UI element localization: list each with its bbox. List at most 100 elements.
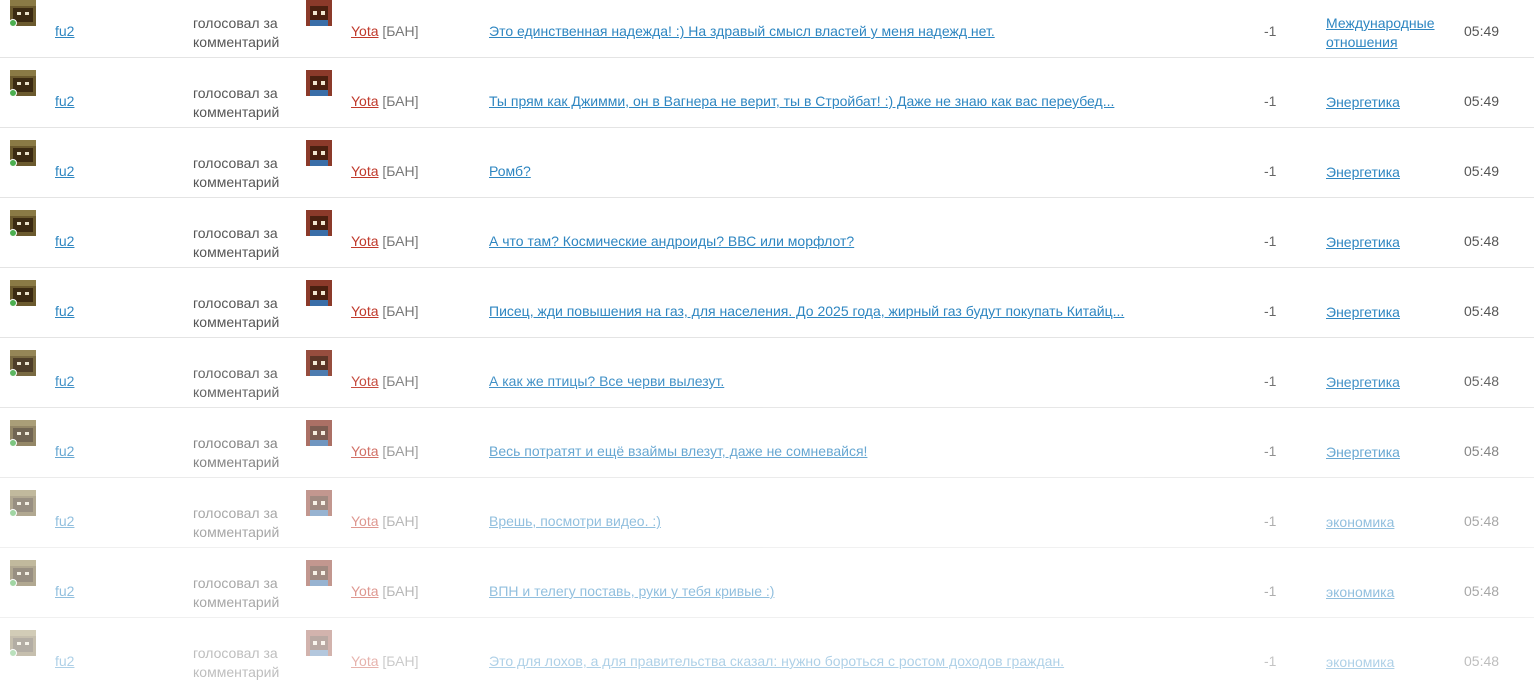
- online-status-icon: [9, 579, 17, 587]
- vote-row: fu2 голосовал за комментарий Yota [БАН] …: [0, 338, 1534, 408]
- target-avatar[interactable]: [306, 210, 332, 236]
- action-text: голосовал за комментарий: [193, 435, 280, 470]
- target-name-link[interactable]: Yota: [351, 233, 379, 249]
- target-avatar[interactable]: [306, 280, 332, 306]
- vote-row: fu2 голосовал за комментарий Yota [БАН] …: [0, 268, 1534, 338]
- voter-name-link[interactable]: fu2: [55, 513, 74, 529]
- action-text: голосовал за комментарий: [193, 225, 280, 260]
- vote-row: fu2 голосовал за комментарий Yota [БАН] …: [0, 618, 1534, 688]
- vote-score: -1: [1264, 233, 1277, 249]
- online-status-icon: [9, 299, 17, 307]
- vote-row: fu2 голосовал за комментарий Yota [БАН] …: [0, 548, 1534, 618]
- voter-avatar[interactable]: [9, 70, 36, 97]
- ban-tag: [БАН]: [382, 443, 419, 459]
- category-link[interactable]: экономика: [1326, 583, 1456, 602]
- target-avatar[interactable]: [306, 70, 332, 96]
- target-name-link[interactable]: Yota: [351, 513, 379, 529]
- voter-avatar[interactable]: [9, 490, 36, 517]
- online-status-icon: [9, 509, 17, 517]
- vote-score: -1: [1264, 583, 1277, 599]
- vote-row: fu2 голосовал за комментарий Yota [БАН] …: [0, 0, 1534, 58]
- comment-link[interactable]: Это единственная надежда! :) На здравый …: [489, 23, 1234, 39]
- voter-name-link[interactable]: fu2: [55, 233, 74, 249]
- comment-link[interactable]: А как же птицы? Все черви вылезут.: [489, 373, 1234, 389]
- comment-link[interactable]: Это для лохов, а для правительства сказа…: [489, 653, 1234, 669]
- comment-link[interactable]: Врешь, посмотри видео. :): [489, 513, 1234, 529]
- target-avatar[interactable]: [306, 420, 332, 446]
- voter-avatar[interactable]: [9, 0, 36, 27]
- target-user: Yota [БАН]: [351, 583, 419, 599]
- voter-name-link[interactable]: fu2: [55, 583, 74, 599]
- vote-time: 05:49: [1464, 23, 1500, 39]
- target-name-link[interactable]: Yota: [351, 303, 379, 319]
- vote-score: -1: [1264, 303, 1277, 319]
- target-name-link[interactable]: Yota: [351, 653, 379, 669]
- voter-avatar[interactable]: [9, 210, 36, 237]
- vote-row: fu2 голосовал за комментарий Yota [БАН] …: [0, 128, 1534, 198]
- target-name-link[interactable]: Yota: [351, 93, 379, 109]
- category-link[interactable]: экономика: [1326, 513, 1456, 532]
- online-status-icon: [9, 369, 17, 377]
- target-user: Yota [БАН]: [351, 23, 419, 39]
- category-link[interactable]: Энергетика: [1326, 93, 1456, 112]
- voter-avatar[interactable]: [9, 630, 36, 657]
- target-avatar[interactable]: [306, 490, 332, 516]
- ban-tag: [БАН]: [382, 653, 419, 669]
- comment-link[interactable]: Ты прям как Джимми, он в Вагнера не вери…: [489, 93, 1234, 109]
- comment-link[interactable]: Весь потратят и ещё взаймы влезут, даже …: [489, 443, 1234, 459]
- target-name-link[interactable]: Yota: [351, 163, 379, 179]
- action-text: голосовал за комментарий: [193, 295, 280, 330]
- voter-name-link[interactable]: fu2: [55, 23, 74, 39]
- vote-time: 05:48: [1464, 513, 1500, 529]
- voter-avatar[interactable]: [9, 140, 36, 167]
- category-link[interactable]: Энергетика: [1326, 443, 1456, 462]
- voter-name-link[interactable]: fu2: [55, 163, 74, 179]
- target-avatar[interactable]: [306, 560, 332, 586]
- online-status-icon: [9, 229, 17, 237]
- voter-name-link[interactable]: fu2: [55, 303, 74, 319]
- comment-link[interactable]: Писец, жди повышения на газ, для населен…: [489, 303, 1234, 319]
- target-user: Yota [БАН]: [351, 443, 419, 459]
- vote-time: 05:48: [1464, 373, 1500, 389]
- ban-tag: [БАН]: [382, 513, 419, 529]
- target-name-link[interactable]: Yota: [351, 23, 379, 39]
- voter-name-link[interactable]: fu2: [55, 443, 74, 459]
- vote-score: -1: [1264, 163, 1277, 179]
- voter-avatar[interactable]: [9, 280, 36, 307]
- category-link[interactable]: Международные отношения: [1326, 14, 1456, 52]
- voter-avatar[interactable]: [9, 350, 36, 377]
- target-name-link[interactable]: Yota: [351, 373, 379, 389]
- comment-link[interactable]: Ромб?: [489, 163, 1234, 179]
- category-link[interactable]: Энергетика: [1326, 373, 1456, 392]
- category-link[interactable]: Энергетика: [1326, 303, 1456, 322]
- action-text: голосовал за комментарий: [193, 365, 280, 400]
- voter-name-link[interactable]: fu2: [55, 93, 74, 109]
- comment-link[interactable]: ВПН и телегу поставь, руки у тебя кривые…: [489, 583, 1234, 599]
- voter-avatar[interactable]: [9, 560, 36, 587]
- target-avatar[interactable]: [306, 0, 332, 26]
- voter-name-link[interactable]: fu2: [55, 373, 74, 389]
- vote-time: 05:48: [1464, 653, 1500, 669]
- online-status-icon: [9, 19, 17, 27]
- target-avatar[interactable]: [306, 350, 332, 376]
- action-text: голосовал за комментарий: [193, 645, 280, 680]
- vote-row: fu2 голосовал за комментарий Yota [БАН] …: [0, 198, 1534, 268]
- target-avatar[interactable]: [306, 630, 332, 656]
- vote-feed: fu2 голосовал за комментарий Yota [БАН] …: [0, 0, 1534, 688]
- voter-avatar[interactable]: [9, 420, 36, 447]
- comment-link[interactable]: А что там? Космические андроиды? ВВС или…: [489, 233, 1234, 249]
- category-link[interactable]: экономика: [1326, 653, 1456, 672]
- category-link[interactable]: Энергетика: [1326, 163, 1456, 182]
- voter-name-link[interactable]: fu2: [55, 653, 74, 669]
- category-link[interactable]: Энергетика: [1326, 233, 1456, 252]
- online-status-icon: [9, 439, 17, 447]
- ban-tag: [БАН]: [382, 373, 419, 389]
- online-status-icon: [9, 649, 17, 657]
- vote-score: -1: [1264, 373, 1277, 389]
- ban-tag: [БАН]: [382, 303, 419, 319]
- target-name-link[interactable]: Yota: [351, 583, 379, 599]
- vote-time: 05:48: [1464, 443, 1500, 459]
- target-user: Yota [БАН]: [351, 653, 419, 669]
- target-avatar[interactable]: [306, 140, 332, 166]
- target-name-link[interactable]: Yota: [351, 443, 379, 459]
